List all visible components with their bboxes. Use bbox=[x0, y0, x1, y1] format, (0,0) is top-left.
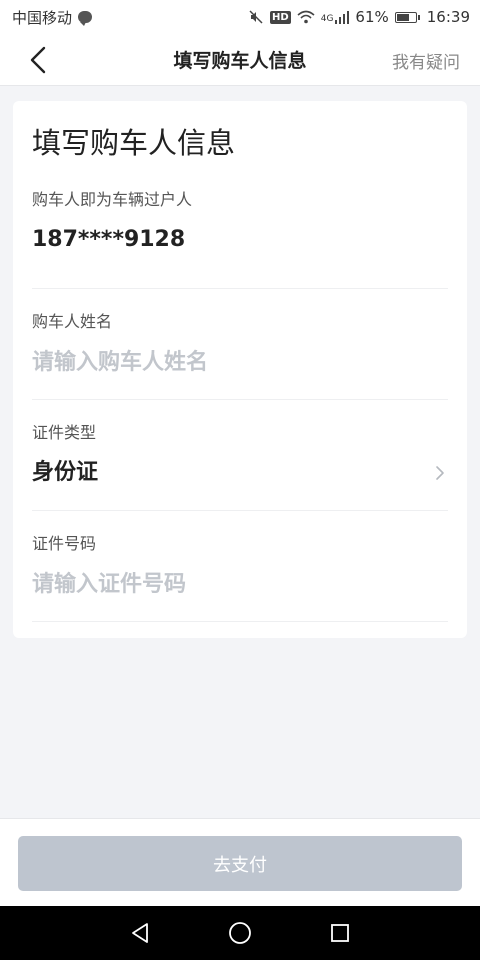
id-type-field[interactable]: 证件类型 身份证 bbox=[32, 400, 448, 511]
phone-field: 购车人即为车辆过户人 187****9128 bbox=[32, 189, 448, 289]
bottom-bar: 去支付 bbox=[0, 818, 480, 906]
system-back-button[interactable] bbox=[120, 913, 160, 953]
chevron-right-icon bbox=[436, 466, 444, 480]
name-field: 购车人姓名 bbox=[32, 289, 448, 400]
battery-icon bbox=[394, 11, 420, 23]
id-number-input[interactable] bbox=[32, 567, 448, 601]
id-number-field: 证件号码 bbox=[32, 511, 448, 622]
circle-home-icon bbox=[229, 922, 251, 944]
buyer-name-input[interactable] bbox=[32, 345, 448, 379]
id-type-label: 证件类型 bbox=[32, 423, 97, 442]
page-title: 填写购车人信息 bbox=[173, 50, 307, 72]
id-type-select[interactable]: 身份证 bbox=[32, 444, 448, 488]
name-label: 购车人姓名 bbox=[32, 312, 113, 331]
nav-bar: 填写购车人信息 我有疑问 bbox=[0, 34, 480, 86]
buyer-info-card: 填写购车人信息 购车人即为车辆过户人 187****9128 购车人姓名 证件类… bbox=[13, 101, 467, 638]
clock: 16:39 bbox=[426, 8, 470, 26]
status-left: 中国移动 bbox=[12, 7, 93, 28]
carrier-name: 中国移动 bbox=[12, 8, 73, 27]
status-bar: 中国移动 HD 4G 61% 16:39 bbox=[0, 0, 480, 34]
system-home-button[interactable] bbox=[220, 913, 260, 953]
message-icon bbox=[78, 11, 93, 26]
pay-button[interactable]: 去支付 bbox=[18, 836, 462, 891]
card-title: 填写购车人信息 bbox=[32, 126, 236, 160]
chevron-left-icon bbox=[30, 46, 46, 74]
network-type: 4G bbox=[320, 14, 334, 24]
id-number-label: 证件号码 bbox=[32, 534, 97, 553]
signal-icon bbox=[335, 10, 350, 24]
phone-value: 187****9128 bbox=[32, 227, 186, 252]
id-type-value: 身份证 bbox=[32, 460, 99, 485]
status-right: HD 4G 61% 16:39 bbox=[248, 8, 470, 26]
hd-badge: HD bbox=[270, 10, 291, 24]
phone-label: 购车人即为车辆过户人 bbox=[32, 190, 193, 209]
system-recents-button[interactable] bbox=[320, 913, 360, 953]
system-nav-bar bbox=[0, 906, 480, 960]
battery-percent: 61% bbox=[355, 8, 389, 26]
mute-icon bbox=[249, 10, 263, 24]
help-link[interactable]: 我有疑问 bbox=[392, 48, 460, 73]
wifi-icon bbox=[297, 10, 315, 24]
triangle-back-icon bbox=[132, 923, 148, 943]
back-button[interactable] bbox=[20, 42, 56, 78]
square-recents-icon bbox=[331, 924, 349, 942]
